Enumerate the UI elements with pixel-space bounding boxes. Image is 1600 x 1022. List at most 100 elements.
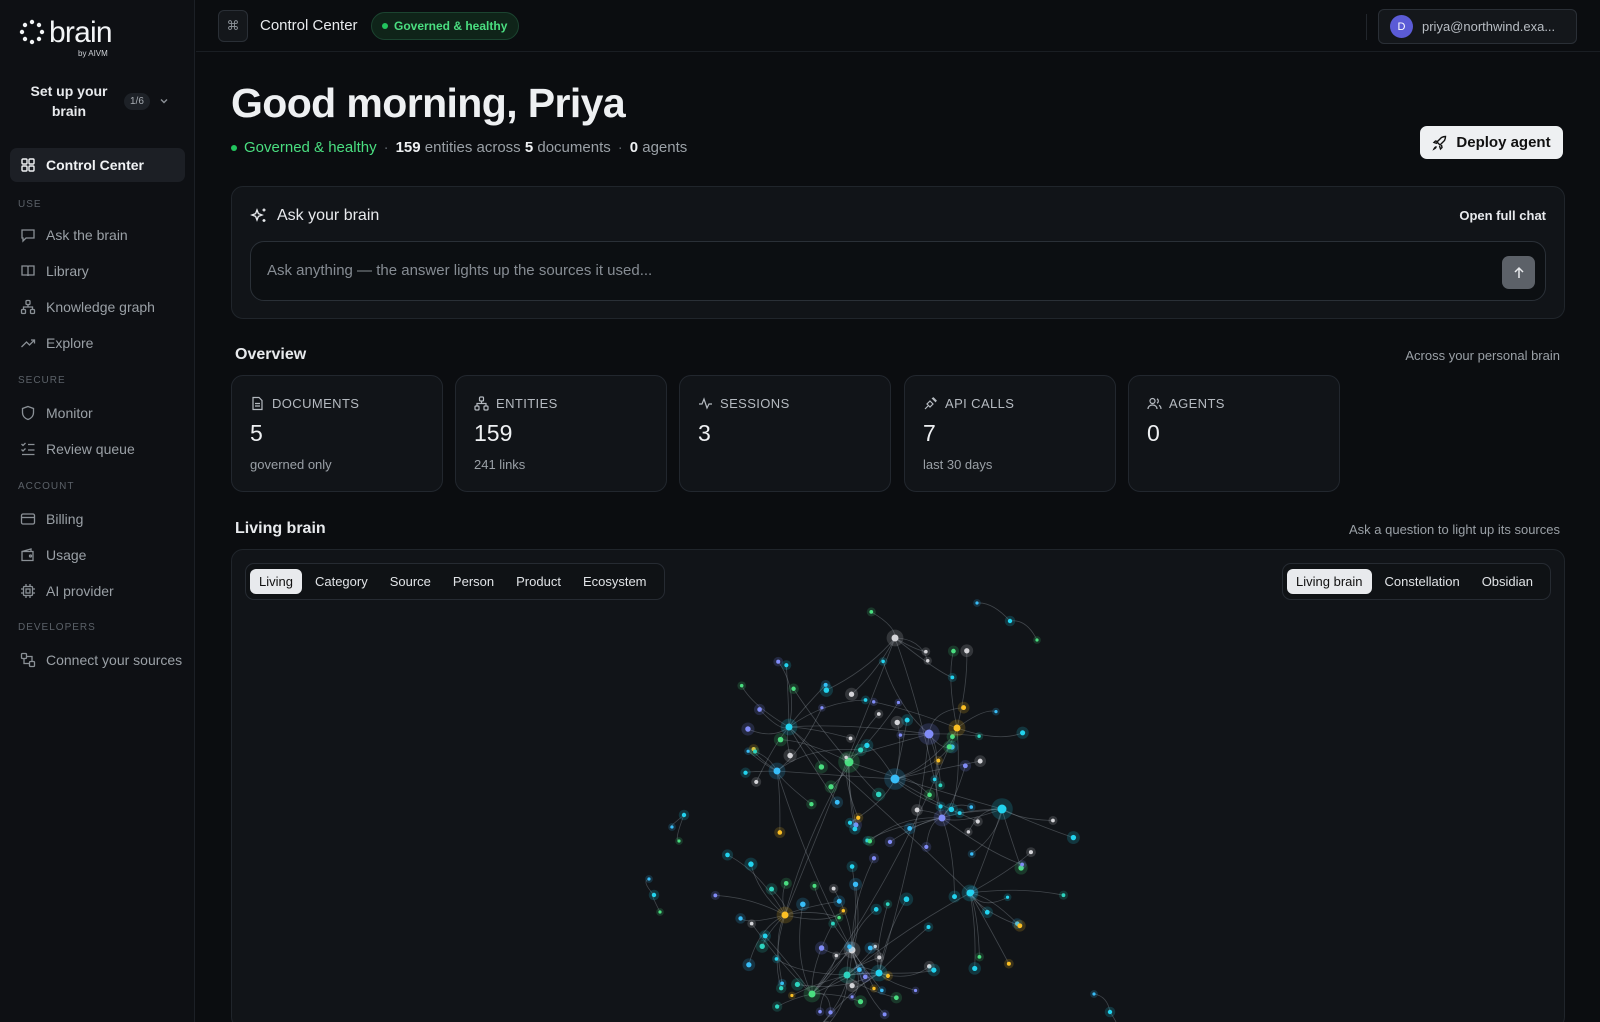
graph-leaf-node[interactable] <box>749 921 754 926</box>
graph-leaf-node[interactable] <box>769 886 775 892</box>
graph-leaf-node[interactable] <box>831 886 836 891</box>
graph-leaf-node[interactable] <box>809 801 814 807</box>
graph-leaf-node[interactable] <box>849 983 855 989</box>
ask-input[interactable]: Ask anything — the answer lights up the … <box>250 241 1546 301</box>
graph-leaf-node[interactable] <box>783 880 789 886</box>
graph-leaf-node[interactable] <box>871 856 877 861</box>
graph-leaf-node[interactable] <box>852 826 858 832</box>
open-full-chat-link[interactable]: Open full chat <box>1459 208 1546 223</box>
graph-leaf-node[interactable] <box>867 945 873 951</box>
graph-leaf-node[interactable] <box>873 907 879 912</box>
graph-hub-node[interactable] <box>773 767 781 775</box>
graph-leaf-node[interactable] <box>713 893 718 898</box>
graph-hub-node[interactable] <box>997 804 1007 814</box>
graph-leaf-node[interactable] <box>894 719 900 726</box>
graph-leaf-node[interactable] <box>950 675 955 680</box>
graph-leaf-node[interactable] <box>812 883 817 888</box>
setup-brain-toggle[interactable]: Set up your brain 1/6 <box>18 78 183 124</box>
view-obsidian[interactable]: Obsidian <box>1473 569 1542 594</box>
stat-card-agents[interactable]: AGENTS 0 <box>1128 375 1340 492</box>
graph-leaf-node[interactable] <box>951 648 956 654</box>
graph-leaf-node[interactable] <box>907 826 913 831</box>
graph-leaf-node[interactable] <box>746 962 752 968</box>
graph-hub-node[interactable] <box>781 911 789 919</box>
graph-leaf-node[interactable] <box>834 953 839 958</box>
graph-leaf-node[interactable] <box>753 749 757 754</box>
graph-leaf-node[interactable] <box>848 691 855 697</box>
graph-leaf-node[interactable] <box>975 601 979 605</box>
graph-leaf-node[interactable] <box>681 812 687 818</box>
graph-leaf-node[interactable] <box>962 763 968 769</box>
stat-card-entities[interactable]: ENTITIES 159 241 links <box>455 375 667 492</box>
graph-leaf-node[interactable] <box>1007 618 1013 624</box>
sidebar-item-library[interactable]: Library <box>10 254 185 288</box>
graph-leaf-node[interactable] <box>857 998 864 1005</box>
stat-card-documents[interactable]: DOCUMENTS 5 governed only <box>231 375 443 492</box>
deploy-agent-button[interactable]: Deploy agent <box>1420 126 1563 159</box>
sidebar-item-ai-provider[interactable]: AI provider <box>10 574 185 608</box>
filter-source[interactable]: Source <box>381 569 440 594</box>
graph-leaf-node[interactable] <box>777 830 783 835</box>
graph-leaf-node[interactable] <box>977 758 983 764</box>
graph-leaf-node[interactable] <box>856 815 861 820</box>
graph-leaf-node[interactable] <box>977 734 981 738</box>
graph-hub-node[interactable] <box>924 729 934 739</box>
graph-leaf-node[interactable] <box>964 648 970 654</box>
graph-leaf-node[interactable] <box>984 909 990 915</box>
graph-leaf-node[interactable] <box>857 967 862 973</box>
graph-hub-node[interactable] <box>808 990 816 998</box>
command-palette-button[interactable]: ⌘ <box>218 10 248 42</box>
graph-hub-node[interactable] <box>953 724 961 732</box>
graph-leaf-node[interactable] <box>948 806 955 813</box>
graph-leaf-node[interactable] <box>787 752 793 759</box>
sidebar-item-knowledge-graph[interactable]: Knowledge graph <box>10 290 185 324</box>
graph-leaf-node[interactable] <box>1028 850 1033 855</box>
graph-leaf-node[interactable] <box>725 852 730 858</box>
graph-hub-node[interactable] <box>785 723 793 731</box>
graph-leaf-node[interactable] <box>975 819 980 824</box>
stat-card-api-calls[interactable]: API CALLS 7 last 30 days <box>904 375 1116 492</box>
graph-leaf-node[interactable] <box>800 901 806 908</box>
graph-leaf-node[interactable] <box>932 777 937 782</box>
graph-leaf-node[interactable] <box>759 943 765 949</box>
graph-leaf-node[interactable] <box>776 659 781 664</box>
graph-leaf-node[interactable] <box>794 981 801 988</box>
graph-leaf-node[interactable] <box>869 610 874 614</box>
graph-leaf-node[interactable] <box>1017 923 1023 929</box>
graph-leaf-node[interactable] <box>1005 895 1010 899</box>
filter-living[interactable]: Living <box>250 569 302 594</box>
graph-leaf-node[interactable] <box>1035 638 1039 642</box>
graph-leaf-node[interactable] <box>972 965 978 972</box>
graph-leaf-node[interactable] <box>924 649 928 654</box>
brand-logo[interactable]: brain by AIVM <box>18 18 113 58</box>
graph-leaf-node[interactable] <box>739 683 744 688</box>
view-living-brain[interactable]: Living brain <box>1287 569 1372 594</box>
graph-leaf-node[interactable] <box>738 916 743 921</box>
graph-leaf-node[interactable] <box>658 910 662 914</box>
send-button[interactable] <box>1502 256 1535 289</box>
graph-leaf-node[interactable] <box>970 852 974 856</box>
graph-leaf-node[interactable] <box>818 945 825 951</box>
graph-leaf-node[interactable] <box>818 764 825 770</box>
graph-leaf-node[interactable] <box>857 747 864 753</box>
graph-leaf-node[interactable] <box>961 705 967 711</box>
graph-leaf-node[interactable] <box>896 700 901 705</box>
graph-leaf-node[interactable] <box>876 712 881 716</box>
graph-leaf-node[interactable] <box>966 830 971 834</box>
graph-leaf-node[interactable] <box>914 807 920 813</box>
graph-leaf-node[interactable] <box>774 957 779 961</box>
graph-leaf-node[interactable] <box>850 995 854 999</box>
graph-leaf-node[interactable] <box>848 736 853 741</box>
filter-person[interactable]: Person <box>444 569 503 594</box>
filter-category[interactable]: Category <box>306 569 377 594</box>
sidebar-item-usage[interactable]: Usage <box>10 538 185 572</box>
graph-leaf-node[interactable] <box>926 925 931 930</box>
graph-leaf-node[interactable] <box>924 844 929 850</box>
filter-ecosystem[interactable]: Ecosystem <box>574 569 656 594</box>
graph-leaf-node[interactable] <box>774 1004 780 1009</box>
graph-leaf-node[interactable] <box>757 707 762 712</box>
graph-leaf-node[interactable] <box>1051 818 1055 823</box>
graph-hub-node[interactable] <box>890 774 900 784</box>
graph-leaf-node[interactable] <box>852 881 859 887</box>
graph-leaf-node[interactable] <box>977 954 982 959</box>
